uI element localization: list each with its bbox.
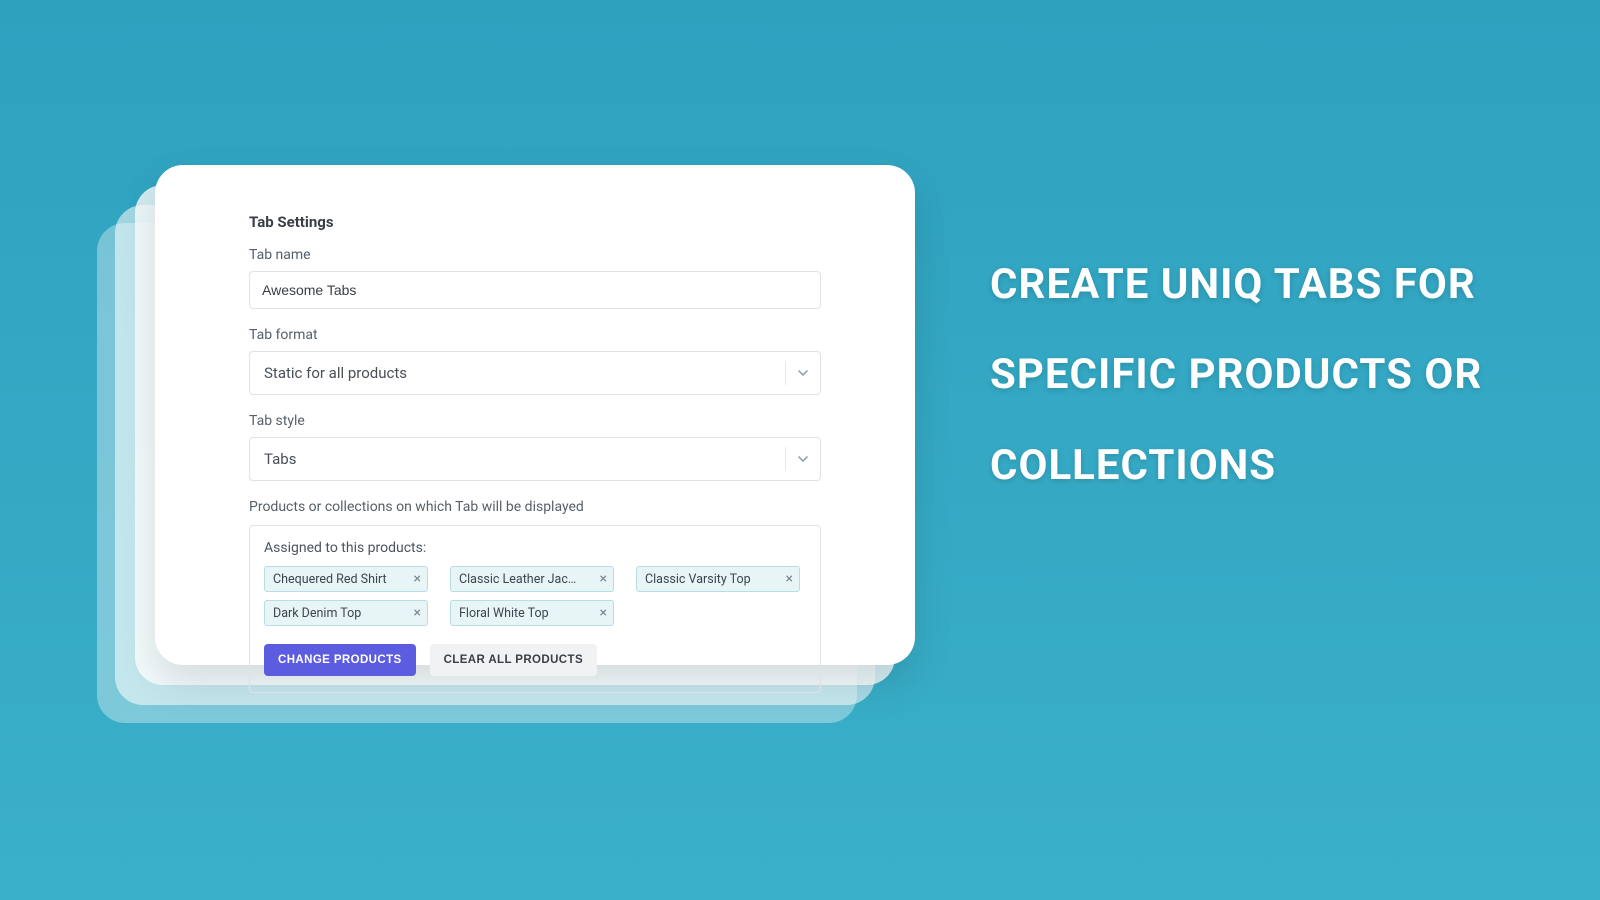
assigned-section-label: Products or collections on which Tab wil…: [249, 499, 821, 515]
tab-format-select[interactable]: Static for all products: [249, 351, 821, 395]
close-icon[interactable]: ×: [408, 606, 421, 620]
product-chip[interactable]: Chequered Red Shirt ×: [264, 566, 428, 592]
product-chip-label: Classic Leather Jac…: [459, 572, 594, 587]
product-chip[interactable]: Classic Varsity Top ×: [636, 566, 800, 592]
tab-name-label: Tab name: [249, 247, 821, 263]
product-chip[interactable]: Dark Denim Top ×: [264, 600, 428, 626]
button-row: CHANGE PRODUCTS CLEAR ALL PRODUCTS: [264, 644, 806, 676]
chevron-down-icon: [786, 453, 820, 465]
tab-style-value: Tabs: [250, 450, 785, 468]
close-icon[interactable]: ×: [780, 572, 793, 586]
close-icon[interactable]: ×: [594, 606, 607, 620]
assigned-to-label: Assigned to this products:: [264, 540, 806, 556]
product-chip-list: Chequered Red Shirt × Classic Leather Ja…: [264, 566, 806, 626]
close-icon[interactable]: ×: [594, 572, 607, 586]
product-chip-label: Chequered Red Shirt: [273, 572, 408, 587]
change-products-button[interactable]: CHANGE PRODUCTS: [264, 644, 416, 676]
tab-style-select[interactable]: Tabs: [249, 437, 821, 481]
chevron-down-icon: [786, 367, 820, 379]
product-chip-label: Classic Varsity Top: [645, 572, 780, 587]
product-chip[interactable]: Floral White Top ×: [450, 600, 614, 626]
tab-style-label: Tab style: [249, 413, 821, 429]
tab-format-value: Static for all products: [250, 364, 785, 382]
assigned-products-box: Assigned to this products: Chequered Red…: [249, 525, 821, 693]
product-chip[interactable]: Classic Leather Jac… ×: [450, 566, 614, 592]
clear-all-products-button[interactable]: CLEAR ALL PRODUCTS: [430, 644, 597, 676]
product-chip-label: Floral White Top: [459, 606, 594, 621]
card-title: Tab Settings: [249, 213, 821, 231]
marketing-headline: CREATE UNIQ TABS FOR SPECIFIC PRODUCTS O…: [990, 240, 1530, 511]
close-icon[interactable]: ×: [408, 572, 421, 586]
settings-card: Tab Settings Tab name Tab format Static …: [155, 165, 915, 665]
tab-format-label: Tab format: [249, 327, 821, 343]
tab-name-input[interactable]: [249, 271, 821, 309]
product-chip-label: Dark Denim Top: [273, 606, 408, 621]
